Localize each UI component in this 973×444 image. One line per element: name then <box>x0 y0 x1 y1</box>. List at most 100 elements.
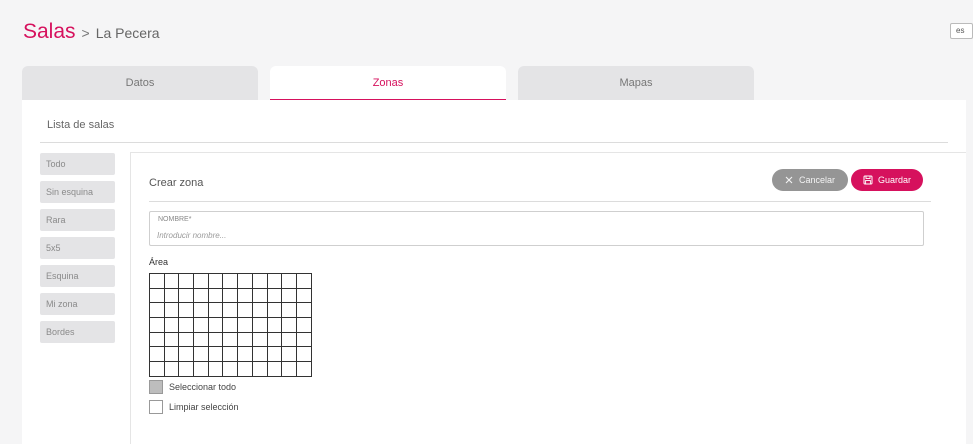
area-grid-cell[interactable] <box>238 347 253 363</box>
area-grid-cell[interactable] <box>252 303 268 319</box>
area-grid-cell[interactable] <box>296 288 312 304</box>
area-grid-cell[interactable] <box>267 274 283 289</box>
area-grid-cell[interactable] <box>208 303 224 319</box>
area-grid-cell[interactable] <box>282 274 297 289</box>
area-grid-cell[interactable] <box>194 274 209 289</box>
area-grid-cell[interactable] <box>238 288 253 304</box>
tab-datos[interactable]: Datos <box>22 66 258 100</box>
area-grid-cell[interactable] <box>267 318 283 333</box>
area-grid-cell[interactable] <box>252 362 268 377</box>
area-grid-cell[interactable] <box>164 362 180 377</box>
area-grid-cell[interactable] <box>296 274 312 289</box>
room-list-item-mi-zona[interactable]: Mi zona <box>40 293 115 315</box>
area-grid-cell[interactable] <box>194 288 209 304</box>
area-grid-cell[interactable] <box>164 303 180 319</box>
area-grid-cell[interactable] <box>179 332 195 348</box>
tab-zonas[interactable]: Zonas <box>270 66 506 100</box>
area-grid-cell[interactable] <box>267 347 283 363</box>
area-grid-cell[interactable] <box>150 318 165 333</box>
area-grid-cell[interactable] <box>267 332 283 348</box>
area-grid-cell[interactable] <box>267 288 283 304</box>
area-grid-cell[interactable] <box>150 347 165 363</box>
area-grid-cell[interactable] <box>208 274 224 289</box>
area-grid-cell[interactable] <box>194 362 209 377</box>
area-grid-cell[interactable] <box>267 362 283 377</box>
clear-selection-checkbox[interactable] <box>149 400 163 414</box>
area-grid-cell[interactable] <box>238 318 253 333</box>
area-grid-cell[interactable] <box>208 347 224 363</box>
area-grid-cell[interactable] <box>252 347 268 363</box>
area-grid-cell[interactable] <box>282 362 297 377</box>
area-grid-cell[interactable] <box>194 347 209 363</box>
area-grid-cell[interactable] <box>223 362 239 377</box>
area-grid-cell[interactable] <box>282 318 297 333</box>
create-zone-form: Crear zona Cancelar Guardar NOMBRE* Área <box>130 152 966 444</box>
area-grid-cell[interactable] <box>150 362 165 377</box>
area-grid-cell[interactable] <box>223 332 239 348</box>
area-grid-cell[interactable] <box>238 303 253 319</box>
room-list-item-rara[interactable]: Rara <box>40 209 115 231</box>
area-grid-cell[interactable] <box>150 332 165 348</box>
tab-mapas[interactable]: Mapas <box>518 66 754 100</box>
area-grid <box>149 273 312 377</box>
area-grid-cell[interactable] <box>252 332 268 348</box>
area-grid-cell[interactable] <box>179 274 195 289</box>
area-grid-cell[interactable] <box>282 332 297 348</box>
area-grid-cell[interactable] <box>179 347 195 363</box>
area-grid-cell[interactable] <box>223 303 239 319</box>
area-grid-cell[interactable] <box>252 274 268 289</box>
main-panel: Lista de salas Todo Sin esquina Rara 5x5… <box>22 100 966 444</box>
area-grid-cell[interactable] <box>296 303 312 319</box>
area-grid-cell[interactable] <box>179 288 195 304</box>
area-grid-cell[interactable] <box>194 332 209 348</box>
save-button[interactable]: Guardar <box>851 169 923 191</box>
area-grid-cell[interactable] <box>282 288 297 304</box>
area-grid-cell[interactable] <box>267 303 283 319</box>
area-grid-cell[interactable] <box>164 332 180 348</box>
language-selector[interactable]: es <box>950 23 973 39</box>
area-grid-cell[interactable] <box>208 332 224 348</box>
area-grid-cell[interactable] <box>223 274 239 289</box>
area-grid-cell[interactable] <box>282 347 297 363</box>
area-grid-cell[interactable] <box>223 318 239 333</box>
area-grid-cell[interactable] <box>208 288 224 304</box>
select-all-option[interactable]: Seleccionar todo <box>149 380 236 394</box>
clear-selection-option[interactable]: Limpiar selección <box>149 400 239 414</box>
area-grid-cell[interactable] <box>164 318 180 333</box>
area-grid-cell[interactable] <box>150 303 165 319</box>
area-grid-cell[interactable] <box>296 362 312 377</box>
area-grid-cell[interactable] <box>208 318 224 333</box>
room-list-item-esquina[interactable]: Esquina <box>40 265 115 287</box>
area-grid-cell[interactable] <box>238 332 253 348</box>
room-list-item-todo[interactable]: Todo <box>40 153 115 175</box>
save-button-label: Guardar <box>877 175 912 185</box>
room-list-item-sin-esquina[interactable]: Sin esquina <box>40 181 115 203</box>
area-grid-cell[interactable] <box>164 288 180 304</box>
area-grid-cell[interactable] <box>238 274 253 289</box>
area-grid-cell[interactable] <box>179 318 195 333</box>
room-list-item-bordes[interactable]: Bordes <box>40 321 115 343</box>
area-grid-cell[interactable] <box>238 362 253 377</box>
area-grid-cell[interactable] <box>296 347 312 363</box>
area-grid-cell[interactable] <box>194 318 209 333</box>
area-grid-cell[interactable] <box>194 303 209 319</box>
select-all-checkbox[interactable] <box>149 380 163 394</box>
cancel-button[interactable]: Cancelar <box>772 169 848 191</box>
area-grid-cell[interactable] <box>296 332 312 348</box>
area-grid-cell[interactable] <box>223 347 239 363</box>
area-grid-cell[interactable] <box>252 318 268 333</box>
area-grid-cell[interactable] <box>150 288 165 304</box>
area-grid-cell[interactable] <box>164 274 180 289</box>
name-input[interactable] <box>157 228 857 242</box>
area-grid-cell[interactable] <box>179 303 195 319</box>
area-grid-cell[interactable] <box>252 288 268 304</box>
area-grid-cell[interactable] <box>179 362 195 377</box>
area-grid-cell[interactable] <box>296 318 312 333</box>
area-grid-cell[interactable] <box>223 288 239 304</box>
area-grid-cell[interactable] <box>150 274 165 289</box>
area-grid-cell[interactable] <box>282 303 297 319</box>
room-list-item-5x5[interactable]: 5x5 <box>40 237 115 259</box>
area-grid-cell[interactable] <box>208 362 224 377</box>
breadcrumb-current: La Pecera <box>95 25 160 41</box>
area-grid-cell[interactable] <box>164 347 180 363</box>
